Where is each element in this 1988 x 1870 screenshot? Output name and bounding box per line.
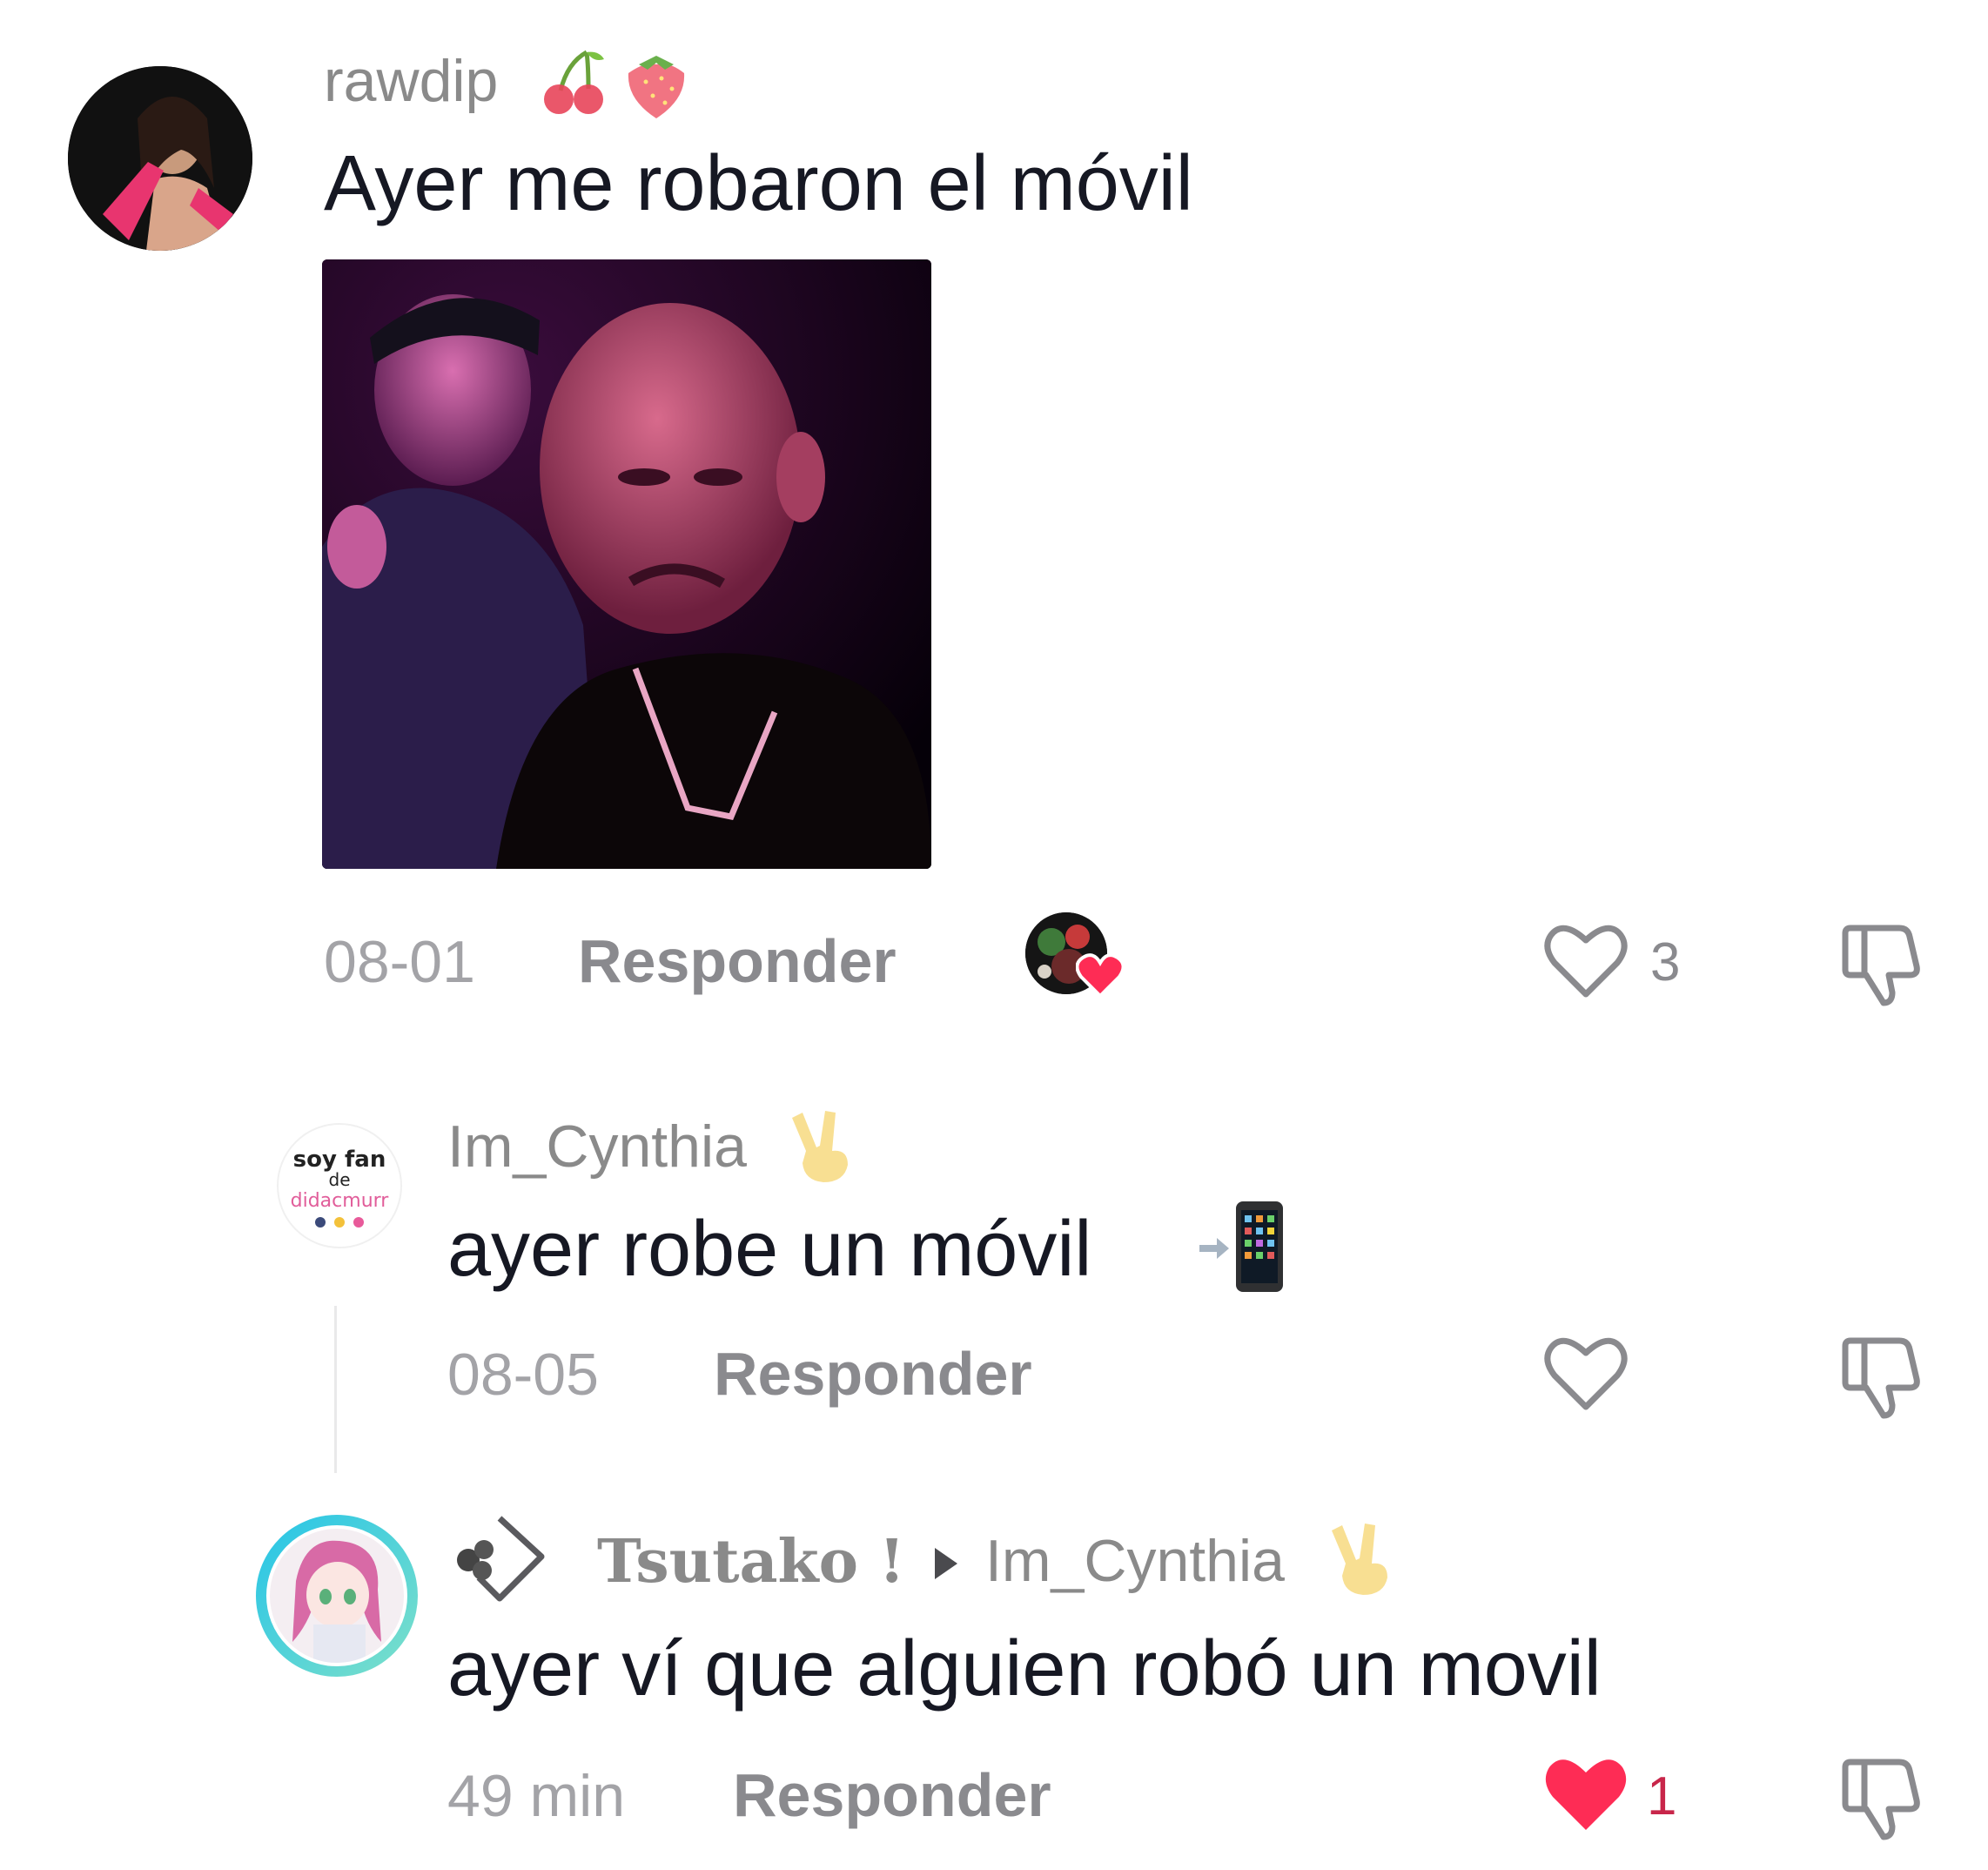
reply-button[interactable]: Responder — [714, 1339, 1032, 1409]
comment-text: Ayer me robaron el móvil — [324, 140, 1193, 227]
reply-button[interactable]: Responder — [733, 1760, 1051, 1830]
cherries-icon — [541, 45, 608, 117]
thread-line — [334, 1306, 337, 1473]
comment-text: ayer robe un móvil — [447, 1206, 1092, 1293]
dislike-icon[interactable] — [1838, 921, 1925, 1008]
heart-badge-icon — [1076, 952, 1125, 998]
comment-date: 08-05 — [447, 1342, 599, 1408]
like-icon-filled[interactable] — [1542, 1755, 1629, 1833]
badge-diamond-icon — [444, 1511, 548, 1607]
avatar-text-line2: de — [329, 1169, 351, 1190]
reply-to-username[interactable]: Im_Cynthia — [985, 1527, 1285, 1595]
comment-date: 08-01 — [324, 929, 475, 995]
avatar-text-line3: didacmurr — [291, 1190, 390, 1212]
strawberry-icon — [620, 47, 693, 120]
creator-liked-badge — [1025, 912, 1125, 999]
like-icon[interactable] — [1542, 1334, 1629, 1412]
username[interactable]: Tsutako ! — [597, 1527, 905, 1597]
username[interactable]: Im_Cynthia — [447, 1113, 747, 1181]
victory-hand-icon — [1330, 1520, 1396, 1597]
dislike-icon[interactable] — [1838, 1334, 1925, 1421]
reply-button[interactable]: Responder — [578, 926, 897, 996]
reply-arrow-icon — [931, 1546, 961, 1581]
avatar[interactable] — [68, 66, 252, 251]
like-icon[interactable] — [1542, 921, 1629, 999]
avatar[interactable] — [266, 1525, 407, 1666]
avatar[interactable]: soy fan de didacmurr — [277, 1123, 402, 1248]
like-count: 1 — [1647, 1766, 1677, 1826]
username[interactable]: rawdip — [324, 47, 498, 115]
comment-date: 49 min — [447, 1763, 626, 1829]
dislike-icon[interactable] — [1838, 1755, 1925, 1842]
mobile-phone-arrow-icon — [1196, 1198, 1293, 1295]
comment-text: ayer ví que alguien robó un movil — [447, 1625, 1602, 1712]
victory-hand-icon — [790, 1107, 856, 1184]
like-count: 3 — [1650, 932, 1681, 992]
attached-image[interactable] — [322, 259, 931, 869]
